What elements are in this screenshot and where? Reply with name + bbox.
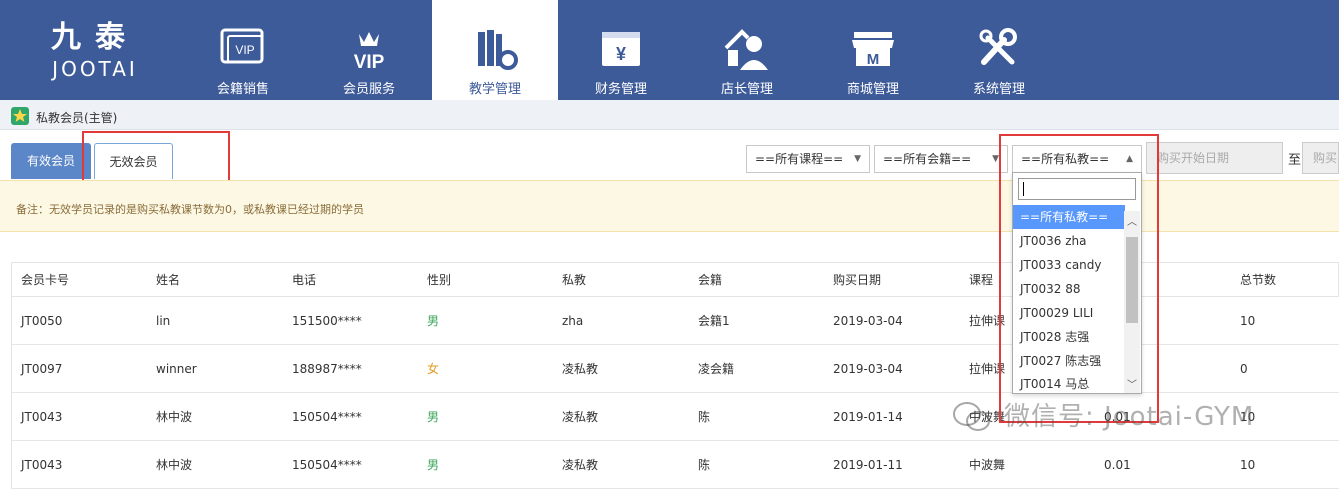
purchase-date: 2019-01-14: [833, 410, 903, 424]
highlight-box: [999, 134, 1159, 423]
membership: 会籍1: [698, 314, 730, 328]
card-number: JT0050: [21, 314, 63, 328]
nav-label: 商城管理: [846, 82, 899, 97]
nav-label: 系统管理: [972, 82, 1025, 97]
purchase-date: 2019-03-04: [833, 362, 903, 376]
course: 中波舞: [969, 458, 1006, 472]
membership: 陈: [698, 458, 711, 472]
col-header: 总节数: [1240, 273, 1277, 287]
gender: 男: [427, 458, 440, 472]
col-header: 购买日期: [833, 273, 882, 287]
nav-item-store-manager[interactable]: 店长管理: [684, 0, 810, 100]
brand-logo[interactable]: 九泰 JOOTAI: [30, 20, 160, 95]
total-sessions: 10: [1240, 458, 1256, 472]
nav-item-member-service[interactable]: VIP 会员服务: [306, 0, 432, 100]
price: 0.01: [1104, 458, 1131, 472]
gender: 女: [427, 362, 440, 376]
membership-select[interactable]: ==所有会籍== ▼: [874, 145, 1008, 173]
nav-item-finance[interactable]: ¥ 财务管理: [558, 0, 684, 100]
phone: 150504****: [292, 458, 362, 472]
gender: 男: [427, 314, 440, 328]
phone: 150504****: [292, 410, 362, 424]
phone: 151500****: [292, 314, 362, 328]
member-name: lin: [156, 314, 171, 328]
col-header: 电话: [292, 273, 317, 287]
svg-text:VIP: VIP: [235, 43, 254, 57]
wechat-icon: [953, 402, 990, 431]
col-header: 会籍: [698, 273, 723, 287]
manager-icon: [724, 29, 768, 70]
books-gear-icon: [478, 30, 518, 70]
tools-icon: [979, 28, 1017, 65]
membership: 凌会籍: [698, 362, 735, 376]
brand-name-en: JOOTAI: [52, 57, 138, 81]
yen-register-icon: ¥: [602, 32, 640, 66]
member-name: 林中波: [156, 410, 193, 424]
breadcrumb-bar: [0, 100, 1339, 130]
purchase-date: 2019-01-11: [833, 458, 903, 472]
nav-item-membership-sales[interactable]: VIP 会籍销售: [180, 0, 306, 100]
vip-card-icon: VIP: [220, 28, 264, 64]
vip-crown-icon: VIP: [354, 32, 385, 72]
shop-icon: M: [852, 32, 894, 68]
chevron-down-icon: ▼: [992, 154, 999, 164]
svg-text:VIP: VIP: [354, 52, 385, 72]
card-number: JT0097: [21, 362, 63, 376]
gender: 男: [427, 410, 440, 424]
col-header: 性别: [427, 273, 452, 287]
star-icon: [11, 107, 29, 125]
nav-label: 会籍销售: [216, 82, 269, 97]
purchase-date: 2019-03-04: [833, 314, 903, 328]
tab-valid-members[interactable]: 有效会员: [11, 143, 91, 179]
coach: zha: [562, 314, 584, 328]
top-nav-bar: 九泰 JOOTAI VIP 会籍销售 VIP 会员服务 教学管理 ¥ 财务管理 …: [0, 0, 1339, 100]
table-row[interactable]: JT0043 林中波 150504**** 男 凌私教 陈 2019-01-11…: [11, 441, 1339, 489]
coach: 凌私教: [562, 362, 599, 376]
nav-item-teaching-management[interactable]: 教学管理: [432, 0, 558, 100]
phone: 188987****: [292, 362, 362, 376]
purchase-end-date-input[interactable]: 购买: [1302, 142, 1339, 174]
chevron-down-icon: ▼: [854, 154, 861, 164]
nav-label: 店长管理: [720, 82, 773, 97]
member-name: 林中波: [156, 458, 193, 472]
nav-label: 会员服务: [342, 82, 395, 97]
coach: 凌私教: [562, 458, 599, 472]
col-header: 姓名: [156, 273, 181, 287]
membership-select-value: ==所有会籍==: [883, 152, 972, 166]
total-sessions: 0: [1240, 362, 1248, 376]
member-name: winner: [156, 362, 197, 376]
nav-item-system[interactable]: 系统管理: [936, 0, 1062, 100]
coach: 凌私教: [562, 410, 599, 424]
brand-name-cn: 九泰: [51, 20, 139, 55]
nav-label: 教学管理: [468, 82, 521, 97]
col-header: 会员卡号: [21, 273, 70, 287]
col-header: 课程: [969, 273, 994, 287]
card-number: JT0043: [21, 458, 63, 472]
nav-label: 财务管理: [594, 82, 647, 97]
note-text: 备注：无效学员记录的是购买私教课节数为0，或私教课已经过期的学员: [16, 203, 364, 216]
svg-text:¥: ¥: [616, 44, 626, 64]
card-number: JT0043: [21, 410, 63, 424]
course-select-value: ==所有课程==: [755, 152, 844, 166]
purchase-start-date-input[interactable]: 购买开始日期: [1146, 142, 1283, 174]
nav-item-mall[interactable]: M 商城管理: [810, 0, 936, 100]
watermark: 微信号: Jootai-GYM: [1004, 402, 1255, 432]
total-sessions: 10: [1240, 314, 1256, 328]
breadcrumb: 私教会员(主管): [36, 111, 118, 125]
svg-text:M: M: [867, 51, 880, 68]
course-select[interactable]: ==所有课程== ▼: [746, 145, 870, 173]
col-header: 私教: [562, 273, 587, 287]
membership: 陈: [698, 410, 711, 424]
date-range-separator: 至: [1288, 153, 1302, 168]
